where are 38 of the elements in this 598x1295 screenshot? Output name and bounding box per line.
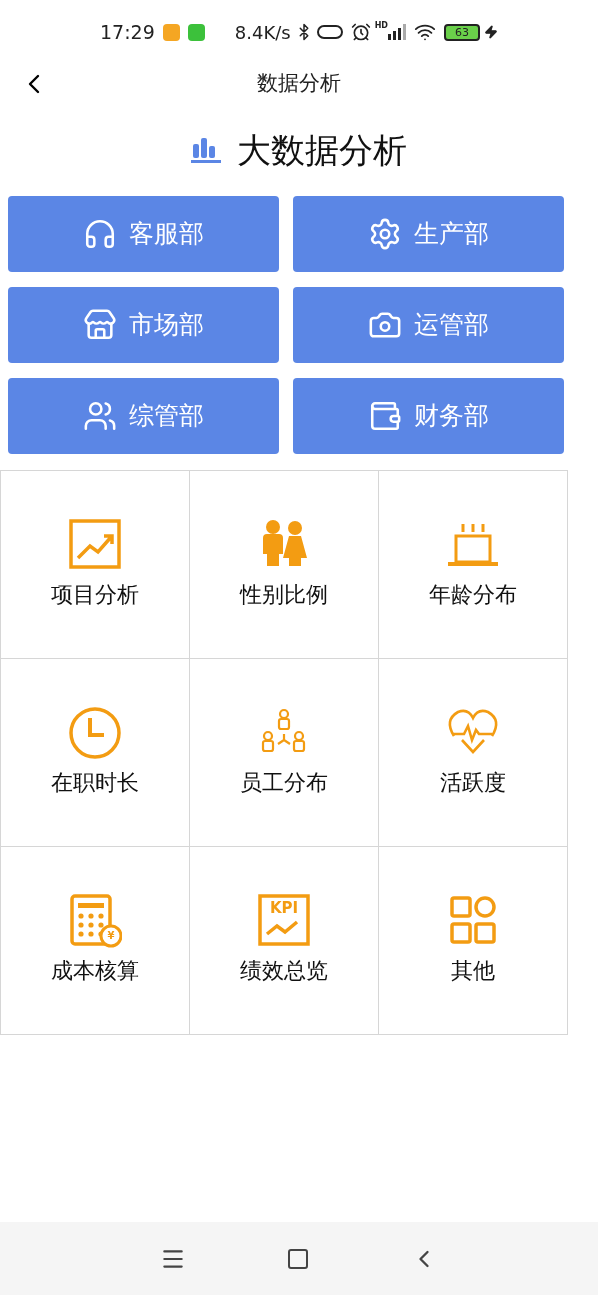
network-speed: 8.4K/s bbox=[234, 20, 291, 45]
app-notification-icon bbox=[187, 23, 205, 41]
menu-tile[interactable]: 其他 bbox=[379, 847, 568, 1035]
page-title: 数据分析 bbox=[257, 70, 341, 98]
store-icon bbox=[83, 308, 117, 342]
wallet-icon bbox=[368, 399, 402, 433]
menu-tile[interactable]: 员工分布 bbox=[190, 659, 379, 847]
menu-tile[interactable]: 年龄分布 bbox=[379, 471, 568, 659]
square-icon bbox=[286, 1246, 310, 1271]
battery-icon: 63 bbox=[444, 23, 480, 41]
headphones-icon bbox=[83, 217, 117, 251]
department-button[interactable]: 运管部 bbox=[293, 287, 564, 363]
status-time: 17:29 bbox=[100, 19, 155, 45]
charging-icon bbox=[484, 25, 498, 39]
kpi-chart-icon: KPI bbox=[257, 894, 311, 948]
department-button[interactable]: 客服部 bbox=[8, 196, 279, 272]
menu-tile[interactable]: 项目分析 bbox=[1, 471, 190, 659]
menu-tile[interactable]: 在职时长 bbox=[1, 659, 190, 847]
settings-icon bbox=[368, 217, 402, 251]
menu-tile[interactable]: KPI 绩效总览 bbox=[190, 847, 379, 1035]
toggle-icon bbox=[316, 25, 343, 39]
clock-icon bbox=[68, 706, 122, 760]
department-button[interactable]: 财务部 bbox=[293, 378, 564, 454]
alarm-icon bbox=[350, 22, 371, 42]
signal-label: HD bbox=[374, 20, 388, 32]
notification-icon bbox=[162, 23, 180, 41]
signal-icon bbox=[388, 24, 406, 40]
trend-chart-icon bbox=[68, 518, 122, 572]
menu-tile[interactable]: 性别比例 bbox=[190, 471, 379, 659]
department-button[interactable]: 市场部 bbox=[8, 287, 279, 363]
users-icon bbox=[83, 399, 117, 433]
department-button[interactable]: 综管部 bbox=[8, 378, 279, 454]
menu-tile[interactable]: ¥ 成本核算 bbox=[1, 847, 190, 1035]
department-button[interactable]: 生产部 bbox=[293, 196, 564, 272]
section-title: 大数据分析 bbox=[237, 128, 407, 172]
bar-chart-icon bbox=[191, 136, 221, 164]
menu-tile[interactable]: 活跃度 bbox=[379, 659, 568, 847]
home-button[interactable] bbox=[286, 1246, 310, 1271]
